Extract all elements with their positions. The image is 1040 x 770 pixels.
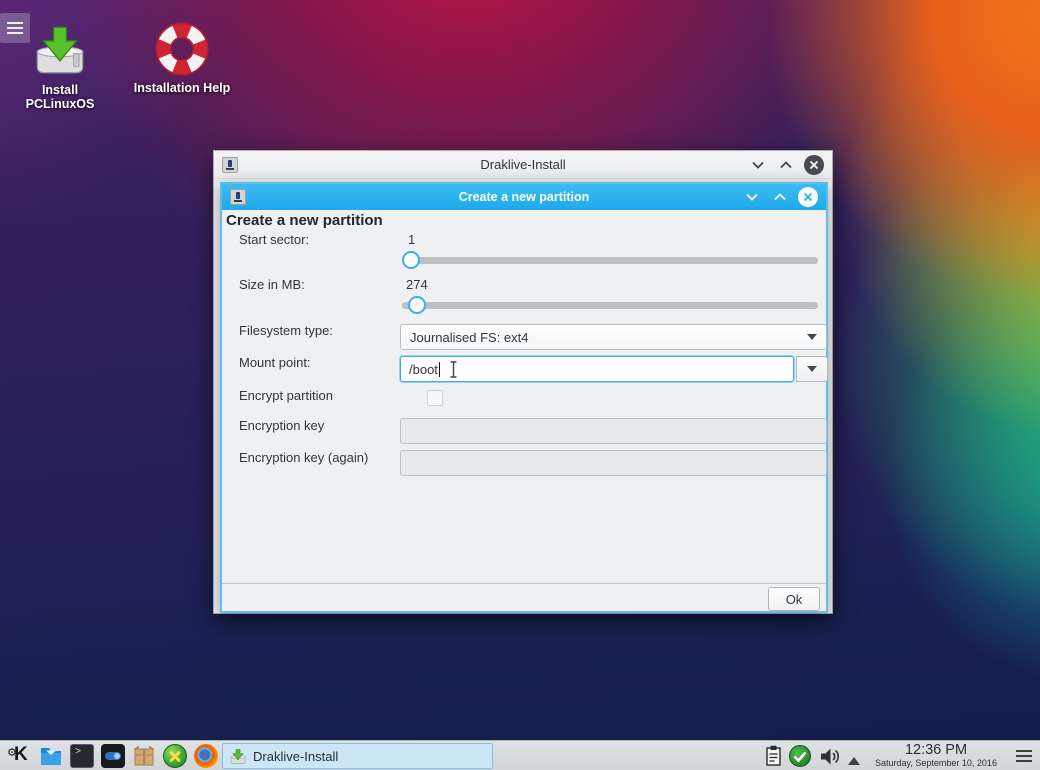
tray-expander-icon[interactable] [848, 752, 860, 770]
ok-button[interactable]: Ok [768, 587, 820, 611]
encryption-key-label: Encryption key [239, 418, 325, 433]
start-sector-slider-handle[interactable] [402, 251, 420, 269]
chevron-down-icon [807, 366, 817, 372]
desktop-icon-label: Installation Help [133, 81, 231, 95]
taskbar-entry-label: Draklive-Install [253, 748, 339, 764]
system-settings-icon[interactable] [101, 744, 125, 768]
volume-icon[interactable] [819, 747, 841, 770]
mount-point-input[interactable]: /boot [400, 356, 794, 382]
mount-point-label: Mount point: [239, 355, 311, 370]
ibeam-cursor [449, 361, 458, 381]
size-mb-slider[interactable] [402, 296, 818, 314]
firefox-icon[interactable] [194, 744, 218, 768]
terminal-icon[interactable]: > [70, 744, 94, 768]
updates-ok-icon[interactable] [789, 745, 811, 767]
close-button[interactable] [798, 187, 818, 207]
start-sector-label: Start sector: [239, 232, 310, 247]
install-tray-icon [230, 748, 246, 764]
clock-date: Saturday, September 10, 2016 [875, 758, 997, 768]
filesystem-type-select[interactable]: Journalised FS: ext4 [400, 324, 827, 350]
lifebuoy-icon [132, 22, 232, 76]
file-manager-icon[interactable] [39, 744, 63, 768]
start-sector-value: 1 [408, 232, 416, 247]
filesystem-type-label: Filesystem type: [239, 323, 333, 338]
filesystem-type-value: Journalised FS: ext4 [410, 329, 529, 345]
outer-titlebar[interactable]: Draklive-Install [214, 151, 832, 179]
encryption-key-again-input [400, 450, 827, 476]
package-manager-icon[interactable] [132, 744, 156, 768]
clock-time: 12:36 PM [904, 742, 968, 758]
desktop-background: Install PCLinuxOS Installation Help Drak… [0, 0, 1040, 770]
maximize-icon[interactable] [770, 187, 790, 207]
text-caret [438, 361, 440, 377]
chevron-down-icon [807, 334, 817, 340]
encryption-key-input [400, 418, 827, 444]
desktop-icon-installation-help[interactable]: Installation Help [132, 22, 232, 95]
dialog-create-partition: Create a new partition Create a new part… [220, 182, 828, 613]
encrypt-partition-checkbox[interactable] [427, 390, 443, 406]
desktop-icon-install-pclinuxos[interactable]: Install PCLinuxOS [10, 22, 110, 111]
size-mb-value: 274 [406, 277, 428, 292]
clipboard-icon[interactable] [765, 745, 782, 770]
window-icon [222, 156, 238, 173]
panel-menu-icon[interactable] [1016, 750, 1032, 762]
minimize-icon[interactable] [742, 187, 762, 207]
kde-menu-icon[interactable]: ⚙ K [7, 744, 32, 768]
taskbar: ⚙ K > Draklive-Install 12:36 PM Saturday… [0, 740, 1040, 770]
control-center-icon[interactable] [163, 744, 187, 768]
dialog-title: Create a new partition [458, 190, 590, 204]
dialog-icon [230, 189, 246, 205]
clock[interactable]: 12:36 PM Saturday, September 10, 2016 [862, 742, 1010, 769]
mount-point-value: /boot [409, 361, 438, 377]
close-button[interactable] [804, 154, 824, 175]
desktop-icon-label: Install PCLinuxOS [25, 83, 95, 111]
install-tray-icon [10, 22, 110, 78]
outer-window-title: Draklive-Install [480, 157, 566, 172]
dialog-body: Create a new partition Start sector: 1 S… [222, 210, 828, 611]
encryption-key-again-label: Encryption key (again) [239, 450, 369, 465]
button-separator [222, 583, 826, 584]
minimize-icon[interactable] [748, 155, 768, 175]
maximize-icon[interactable] [776, 155, 796, 175]
start-sector-slider[interactable] [402, 251, 818, 269]
mount-point-dropdown-button[interactable] [796, 356, 828, 382]
taskbar-entry-draklive-install[interactable]: Draklive-Install [222, 743, 493, 769]
size-mb-label: Size in MB: [239, 277, 305, 292]
size-mb-slider-handle[interactable] [408, 296, 426, 314]
dialog-titlebar[interactable]: Create a new partition [222, 184, 826, 210]
encrypt-partition-label: Encrypt partition [239, 388, 333, 403]
dialog-heading: Create a new partition [226, 212, 383, 229]
